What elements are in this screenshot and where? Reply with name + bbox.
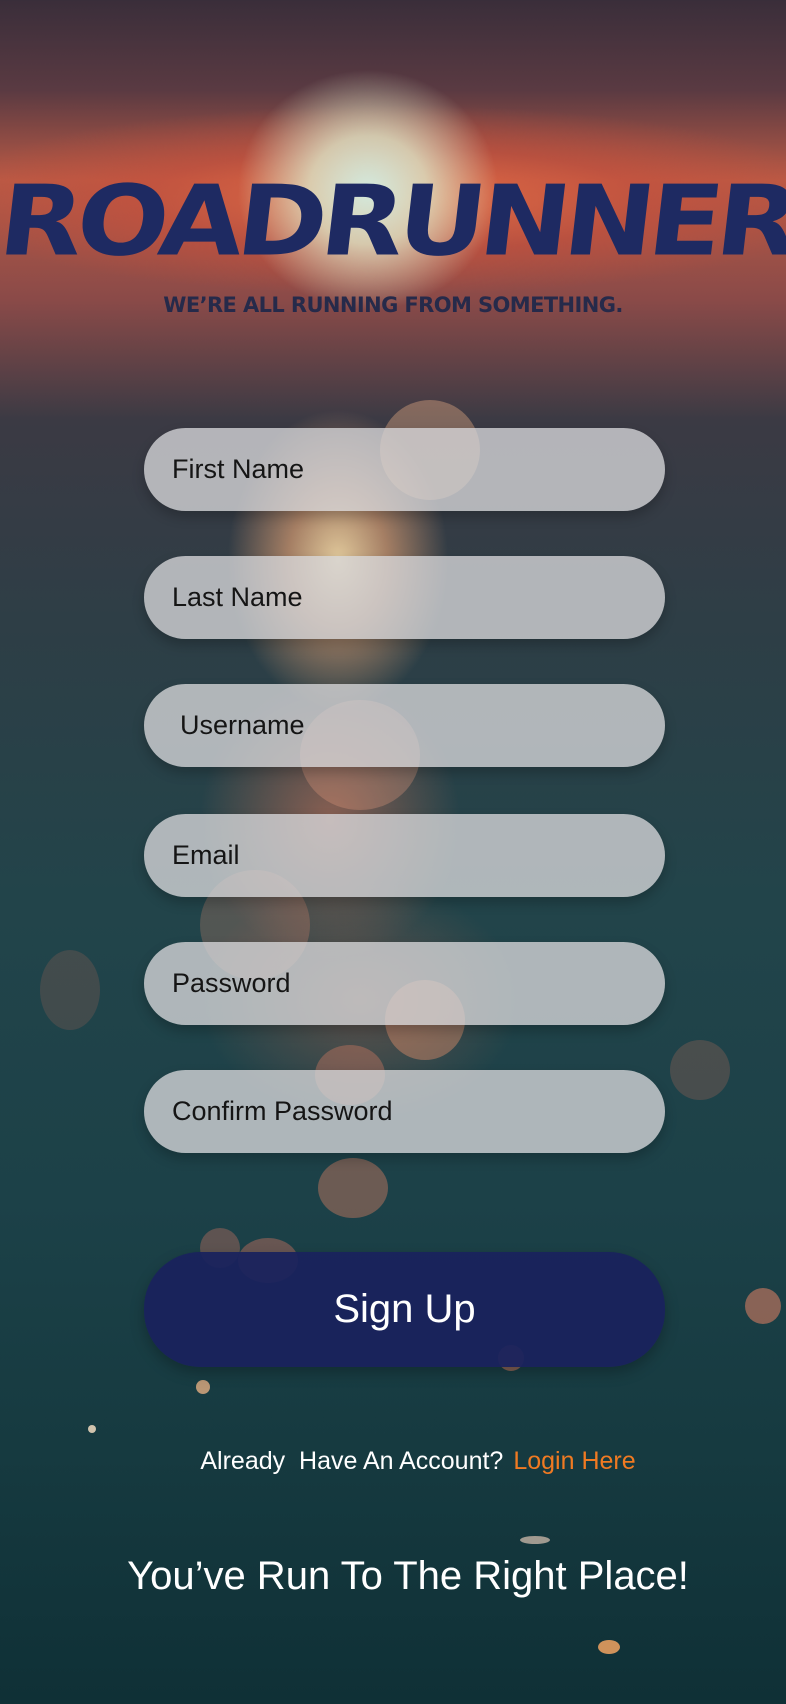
confirm-password-field[interactable]: Confirm Password (144, 1070, 665, 1153)
first-name-field[interactable]: First Name (144, 428, 665, 511)
first-name-placeholder: First Name (172, 454, 305, 484)
last-name-field[interactable]: Last Name (144, 556, 665, 639)
confirm-password-placeholder: Confirm Password (172, 1096, 393, 1126)
tagline: WE’RE ALL RUNNING FROM SOMETHING. (163, 293, 623, 317)
bokeh-light (88, 1425, 96, 1433)
slogan: You’ve Run To The Right Place! (127, 1554, 689, 1598)
bokeh-light (196, 1380, 210, 1394)
bokeh-light (745, 1288, 781, 1324)
sign-up-button[interactable]: Sign Up (144, 1252, 665, 1367)
password-field[interactable]: Password (144, 942, 665, 1025)
last-name-placeholder: Last Name (172, 582, 303, 612)
username-placeholder: Username (180, 710, 305, 740)
username-field[interactable]: Username (144, 684, 665, 767)
bokeh-light (520, 1536, 550, 1544)
login-here-link[interactable]: Login Here (513, 1447, 635, 1475)
email-placeholder: Email (172, 840, 240, 870)
email-field[interactable]: Email (144, 814, 665, 897)
bokeh-light (598, 1640, 620, 1654)
login-prompt: Already Have An Account? Login Here (0, 1447, 786, 1476)
bokeh-light (670, 1040, 730, 1100)
bokeh-light (318, 1158, 388, 1218)
bokeh-light (40, 950, 100, 1030)
roadrunner-logo: ROADRUNNER (0, 165, 786, 278)
password-placeholder: Password (172, 968, 291, 998)
login-prompt-text: Already Have An Account? (200, 1447, 504, 1475)
